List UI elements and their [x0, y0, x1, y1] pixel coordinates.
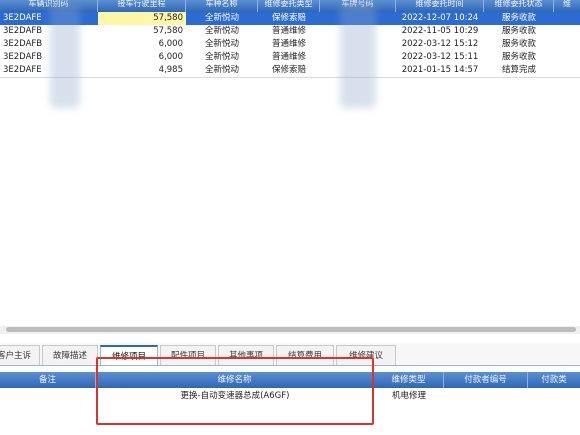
horizontal-scrollbar[interactable] — [0, 326, 580, 334]
cell-model: 全新悦动 — [204, 39, 239, 49]
cell-model: 全新悦动 — [204, 52, 239, 62]
privacy-blur — [340, 2, 376, 108]
col-header-model[interactable]: 车种名称 — [186, 0, 258, 12]
cell-payer-type — [528, 388, 580, 404]
cell-type: 普通维修 — [271, 39, 306, 49]
scrollbar-thumb[interactable] — [6, 327, 576, 332]
table-row[interactable]: 3E2DAFB 6,000 全新悦动 普通维修 2022-03-12 15:11… — [0, 51, 580, 64]
grid-header: 车辆识别码 接车行驶里程 车种名称 维修委托类型 车牌号码 维修委托时间 维修委… — [0, 0, 580, 12]
cell-mileage: 4,985 — [158, 65, 183, 75]
col-header-time[interactable]: 维修委托时间 — [396, 0, 484, 12]
cell-status: 服务收款 — [502, 26, 537, 36]
highlight-box — [96, 357, 374, 425]
cell-model: 全新悦动 — [186, 12, 258, 25]
cell-status: 服务收款 — [502, 39, 537, 49]
cell-mileage: 57,580 — [98, 12, 186, 25]
col-header-status[interactable]: 维修委托状态 — [484, 0, 554, 12]
cell-type: 普通维修 — [271, 52, 306, 62]
cell-type: 普通维修 — [271, 26, 306, 36]
cell-vin: 3E2DAFB — [3, 52, 43, 62]
col-header-vin[interactable]: 车辆识别码 — [0, 0, 98, 12]
cell-mileage: 57,580 — [153, 26, 183, 36]
cell-type: 保修索赔 — [258, 12, 320, 25]
col-header-more[interactable]: 维 — [554, 0, 580, 12]
table-row[interactable]: 3E2DAFB 57,580 全新悦动 普通维修 2022-11-05 10:2… — [0, 25, 580, 38]
cell-vin: 3E2DAFB — [3, 26, 43, 36]
cell-model: 全新悦动 — [204, 65, 239, 75]
col-header-payer-type[interactable]: 付款类 — [528, 372, 580, 388]
col-header-payer-no[interactable]: 付款者编号 — [444, 372, 528, 388]
cell-remark — [0, 388, 96, 404]
cell-mileage: 6,000 — [158, 52, 183, 62]
tab-fault-description[interactable]: 故障描述 — [42, 345, 98, 365]
cell-time: 2022-03-12 15:12 — [401, 39, 479, 49]
cell-time: 2022-11-05 10:29 — [401, 26, 479, 36]
cell-vin: 3E2DAFE — [3, 65, 42, 75]
cell-vin: 3E2DAFE — [0, 12, 98, 25]
cell-time: 2022-03-12 15:11 — [401, 52, 479, 62]
cell-status: 服务收款 — [484, 12, 580, 25]
col-header-mileage[interactable]: 接车行驶里程 — [98, 0, 186, 12]
cell-status: 结算完成 — [502, 65, 537, 75]
col-header-remark[interactable]: 备注 — [0, 372, 96, 388]
table-row[interactable]: 3E2DAFE 4,985 全新悦动 保修索赔 2021-01-15 14:57… — [0, 64, 580, 77]
col-header-repair-type[interactable]: 维修类型 — [374, 372, 444, 388]
grid-divider — [0, 77, 580, 78]
cell-model: 全新悦动 — [204, 26, 239, 36]
cell-mileage: 6,000 — [158, 39, 183, 49]
cell-vin: 3E2DAFB — [3, 39, 43, 49]
table-row[interactable]: 3E2DAFE 57,580 全新悦动 保修索赔 2022-12-07 10:2… — [0, 12, 580, 25]
cell-type: 保修索赔 — [271, 65, 306, 75]
cell-repair-type: 机电修理 — [391, 391, 426, 401]
cell-payer-no — [444, 388, 528, 404]
cell-time: 2022-12-07 10:24 — [396, 12, 484, 25]
cell-status: 服务收款 — [502, 52, 537, 62]
col-header-type[interactable]: 维修委托类型 — [258, 0, 320, 12]
privacy-blur — [50, 4, 80, 108]
table-row[interactable]: 3E2DAFB 6,000 全新悦动 普通维修 2022-03-12 15:12… — [0, 38, 580, 51]
tab-complaint[interactable]: 客户主诉 — [0, 345, 40, 365]
cell-time: 2021-01-15 14:57 — [401, 65, 479, 75]
